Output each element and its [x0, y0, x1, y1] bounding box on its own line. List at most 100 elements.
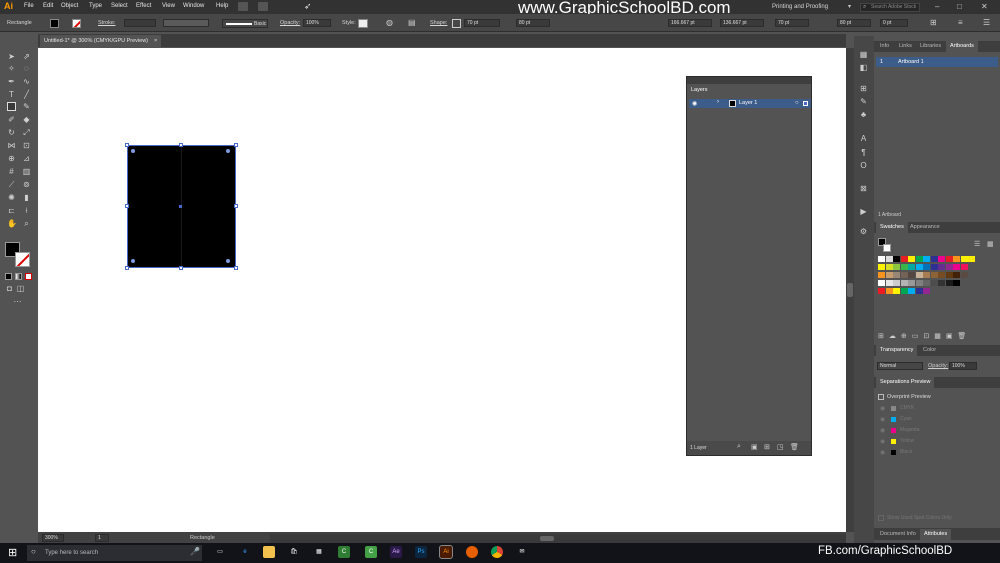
tab-document-info[interactable]: Document Info: [876, 529, 920, 540]
corner-widget[interactable]: [226, 149, 230, 153]
x-field[interactable]: 166.667 pt: [668, 19, 712, 27]
swatch-chip[interactable]: [915, 272, 923, 278]
perspective-grid-tool-icon[interactable]: ⊿: [22, 154, 31, 163]
rotate-tool-icon[interactable]: ↻: [7, 128, 16, 137]
swatch-chip[interactable]: [900, 272, 908, 278]
swatch-chip[interactable]: [945, 256, 953, 262]
swatch-chip[interactable]: [900, 256, 908, 262]
swatch-chip[interactable]: [885, 280, 893, 286]
spot-colors-checkbox[interactable]: [878, 515, 884, 521]
draw-normal-icon[interactable]: ◘: [5, 284, 14, 293]
artboard-name[interactable]: Artboard 1: [898, 59, 924, 65]
mail-icon[interactable]: ✉: [516, 546, 528, 558]
tab-appearance[interactable]: Appearance: [906, 222, 944, 233]
tab-attributes[interactable]: Attributes: [920, 529, 952, 540]
layers-dock-icon[interactable]: ◧: [859, 63, 868, 72]
tab-info[interactable]: Info: [876, 41, 893, 52]
maximize-icon[interactable]: □: [957, 2, 962, 11]
after-effects-icon[interactable]: Ae: [390, 546, 402, 558]
symbols-dock-icon[interactable]: ♣: [859, 110, 868, 119]
character-dock-icon[interactable]: A: [859, 134, 868, 143]
swatch-chip[interactable]: [938, 264, 945, 270]
align-icon[interactable]: ▤: [408, 18, 416, 27]
swatch-chip[interactable]: [938, 272, 945, 278]
swatch-chip[interactable]: [893, 288, 900, 294]
swatch-chip[interactable]: [885, 264, 893, 270]
graphic-style-swatch[interactable]: [358, 19, 368, 28]
corner-widget[interactable]: [131, 259, 135, 263]
swatch-chip[interactable]: [968, 256, 975, 262]
chrome-icon[interactable]: [491, 546, 503, 558]
swatch-chip[interactable]: [893, 264, 900, 270]
menu-edit[interactable]: Edit: [43, 3, 53, 9]
brush-definition-dropdown[interactable]: Basic: [222, 19, 268, 28]
new-sublayer-icon[interactable]: ⊞: [764, 443, 770, 451]
blend-tool-icon[interactable]: ⊚: [22, 180, 31, 189]
artboard-row[interactable]: 1 Artboard 1: [876, 57, 998, 67]
blend-mode-select[interactable]: Normal: [877, 362, 923, 370]
overprint-checkbox[interactable]: [878, 394, 884, 400]
swatch-chip[interactable]: [923, 280, 930, 286]
swatch-chip[interactable]: [930, 280, 938, 286]
windows-start-icon[interactable]: ⊞: [8, 546, 17, 559]
zoom-tool-icon[interactable]: ⌕: [22, 219, 31, 228]
swatch-chip[interactable]: [938, 280, 945, 286]
corner-widget[interactable]: [226, 259, 230, 263]
edit-toolbar-icon[interactable]: ⋯: [13, 297, 22, 306]
swatch-chip[interactable]: [908, 272, 915, 278]
hand-tool-icon[interactable]: ✋: [7, 219, 17, 228]
arrange-documents-icon[interactable]: [258, 2, 268, 11]
swatch-chip[interactable]: [893, 280, 900, 286]
visibility-eye-icon[interactable]: ◉: [692, 100, 697, 107]
swatch-chip[interactable]: [953, 280, 960, 286]
target-icon[interactable]: ○: [795, 100, 799, 106]
ink-eye-icon[interactable]: ◉: [880, 449, 885, 456]
width-tool-icon[interactable]: ⋈: [7, 141, 16, 150]
swatch-chip[interactable]: [915, 288, 923, 294]
handle-top-right[interactable]: [234, 143, 238, 147]
taskbar-search-input[interactable]: Type here to search: [27, 545, 202, 561]
new-layer-icon[interactable]: ◳: [777, 443, 784, 451]
layers-panel-titlebar[interactable]: [687, 77, 811, 84]
direct-selection-tool-icon[interactable]: ⇗: [22, 52, 31, 61]
shaper-tool-icon[interactable]: ✐: [7, 115, 16, 124]
swatches-grid[interactable]: [878, 256, 975, 304]
width-field[interactable]: 70 pt: [464, 19, 500, 27]
file-explorer-icon[interactable]: [263, 546, 275, 558]
task-view-icon[interactable]: ▭: [214, 546, 226, 558]
menu-file[interactable]: File: [24, 3, 34, 9]
gpu-performance-icon[interactable]: ➶: [304, 1, 312, 12]
y-field[interactable]: 136.667 pt: [720, 19, 764, 27]
h-field[interactable]: 80 pt: [837, 19, 871, 27]
workspace-dropdown-icon[interactable]: ▾: [848, 3, 851, 10]
swatch-chip[interactable]: [938, 256, 945, 262]
eyedropper-tool-icon[interactable]: ⟋: [7, 180, 16, 189]
locate-object-icon[interactable]: ⌕: [737, 443, 741, 451]
swatch-chip[interactable]: [878, 264, 885, 270]
swatch-chip[interactable]: [878, 288, 885, 294]
swatch-chip[interactable]: [945, 280, 953, 286]
ink-eye-icon[interactable]: ◉: [880, 405, 885, 412]
calculator-icon[interactable]: ▦: [313, 546, 325, 558]
swatch-chip[interactable]: [960, 256, 968, 262]
menu-window[interactable]: Window: [183, 3, 204, 9]
swatch-chip[interactable]: [908, 280, 915, 286]
swatch-chip[interactable]: [960, 264, 968, 270]
column-graph-tool-icon[interactable]: ▮: [22, 193, 31, 202]
menu-view[interactable]: View: [162, 3, 175, 9]
swatch-chip[interactable]: [908, 288, 915, 294]
swatch-chip[interactable]: [878, 280, 885, 286]
tab-color[interactable]: Color: [919, 345, 940, 356]
shape-label[interactable]: Shape:: [430, 20, 447, 26]
magic-wand-tool-icon[interactable]: ✧: [7, 64, 16, 73]
rectangle-tool-icon[interactable]: [7, 102, 16, 111]
menu-help[interactable]: Help: [216, 3, 228, 9]
swatch-stroke-indicator[interactable]: [883, 244, 891, 252]
handle-bottom-left[interactable]: [125, 266, 129, 270]
layer-row[interactable]: ◉ › Layer 1 ○: [689, 99, 811, 108]
w-field[interactable]: 70 pt: [775, 19, 809, 27]
handle-top-left[interactable]: [125, 143, 129, 147]
scale-tool-icon[interactable]: ⤢: [22, 128, 31, 137]
swatch-chip[interactable]: [900, 288, 908, 294]
swatch-chip[interactable]: [915, 280, 923, 286]
